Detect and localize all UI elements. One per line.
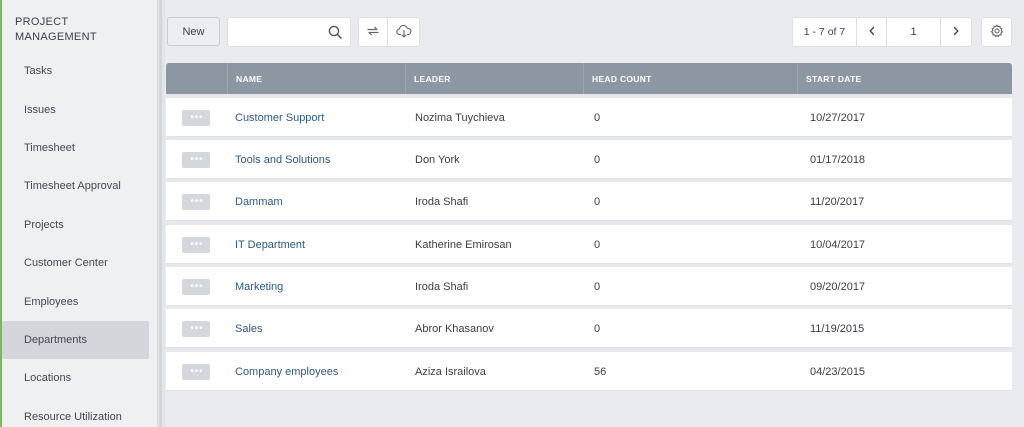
next-page-button[interactable]: [941, 18, 971, 46]
head-count-cell: 0: [594, 238, 601, 251]
gear-icon: [990, 23, 1004, 41]
sidebar-item-locations[interactable]: Locations: [2, 359, 159, 397]
head-count-cell: 0: [594, 322, 601, 335]
leader-cell: Don York: [415, 153, 460, 166]
sidebar-item-label: Issues: [24, 103, 56, 116]
sidebar-item-label: Locations: [24, 372, 72, 385]
table-row[interactable]: • • • IT Department Katherine Emirosan 0…: [166, 225, 1012, 264]
start-date-cell: 11/19/2015: [810, 322, 865, 335]
start-date-cell: 09/20/2017: [810, 280, 866, 293]
pagination-range: 1 - 7 of 7: [793, 18, 857, 46]
start-date-cell: 11/20/2017: [810, 195, 865, 208]
start-date-cell: 04/23/2015: [810, 365, 866, 378]
sidebar-nav: Tasks Issues Timesheet Timesheet Approva…: [2, 52, 159, 427]
department-name-link[interactable]: Dammam: [235, 182, 283, 221]
search-input[interactable]: [234, 18, 329, 46]
row-actions-button[interactable]: • • •: [182, 279, 210, 295]
head-count-cell: 0: [594, 195, 601, 208]
table-row[interactable]: • • • Sales Abror Khasanov 0 11/19/2015: [166, 309, 1012, 348]
table-row[interactable]: • • • Dammam Iroda Shafi 0 11/20/2017: [166, 182, 1012, 221]
sidebar-item-label: Departments: [24, 333, 87, 346]
department-name-link[interactable]: Sales: [235, 309, 263, 348]
leader-cell: Aziza Israilova: [415, 365, 486, 378]
row-actions-button[interactable]: • • •: [182, 321, 210, 337]
previous-page-button[interactable]: [857, 18, 887, 46]
department-name-link[interactable]: Marketing: [235, 267, 283, 306]
cloud-download-icon: [395, 24, 412, 41]
leader-cell: Nozima Tuychieva: [415, 111, 505, 124]
head-count-cell: 0: [594, 153, 601, 166]
sidebar-item-label: Customer Center: [24, 257, 108, 270]
sidebar-item-departments[interactable]: Departments: [2, 320, 149, 360]
leader-cell: Katherine Emirosan: [415, 238, 512, 251]
chevron-left-icon: [868, 26, 876, 39]
head-count-cell: 0: [594, 111, 601, 124]
sidebar-item-resource-utilization[interactable]: Resource Utilization: [2, 398, 159, 427]
department-name-link[interactable]: Customer Support: [235, 98, 324, 137]
start-date-cell: 10/27/2017: [810, 111, 866, 124]
head-count-cell: 56: [594, 365, 607, 378]
sidebar-item-employees[interactable]: Employees: [2, 282, 159, 320]
leader-cell: Iroda Shafi: [415, 280, 469, 293]
start-date-cell: 10/04/2017: [810, 238, 866, 251]
column-header-leader[interactable]: LEADER: [405, 63, 583, 94]
leader-cell: Iroda Shafi: [415, 195, 469, 208]
sidebar-item-label: Resource Utilization: [24, 410, 122, 423]
sidebar-item-label: Projects: [24, 218, 64, 231]
department-name-link[interactable]: IT Department: [235, 225, 305, 264]
table-row[interactable]: • • • Marketing Iroda Shafi 0 09/20/2017: [166, 267, 1012, 306]
sync-icon: [366, 24, 380, 41]
start-date-cell: 01/17/2018: [810, 153, 866, 166]
table-row[interactable]: • • • Company employees Aziza Israilova …: [166, 352, 1012, 391]
sidebar-section-title: PROJECT MANAGEMENT: [15, 16, 97, 43]
scrollbar-track[interactable]: [159, 0, 162, 427]
sidebar-item-timesheet-approval[interactable]: Timesheet Approval: [2, 167, 159, 205]
sidebar-item-projects[interactable]: Projects: [2, 206, 159, 244]
row-actions-button[interactable]: • • •: [182, 152, 210, 168]
download-button[interactable]: [388, 17, 420, 47]
row-actions-button[interactable]: • • •: [182, 364, 210, 380]
table-header: NAME LEADER HEAD COUNT START DATE: [166, 63, 1012, 94]
sidebar-item-issues[interactable]: Issues: [2, 90, 159, 128]
search-icon[interactable]: [328, 25, 342, 42]
pagination: 1 - 7 of 7 1: [792, 17, 972, 47]
sidebar-item-customer-center[interactable]: Customer Center: [2, 244, 159, 282]
chevron-right-icon: [952, 26, 960, 39]
department-name-link[interactable]: Tools and Solutions: [235, 140, 330, 179]
sidebar-scrollbar[interactable]: [157, 0, 165, 427]
table-row[interactable]: • • • Customer Support Nozima Tuychieva …: [166, 98, 1012, 137]
new-button[interactable]: New: [167, 17, 220, 46]
table-row[interactable]: • • • Tools and Solutions Don York 0 01/…: [166, 140, 1012, 179]
sidebar-item-tasks[interactable]: Tasks: [2, 52, 159, 90]
sync-button[interactable]: [358, 17, 388, 47]
head-count-cell: 0: [594, 280, 601, 293]
sidebar-item-timesheet[interactable]: Timesheet: [2, 129, 159, 167]
sidebar-item-label: Timesheet Approval: [24, 180, 121, 193]
leader-cell: Abror Khasanov: [415, 322, 494, 335]
department-name-link[interactable]: Company employees: [235, 352, 338, 391]
sidebar-item-label: Timesheet: [24, 141, 75, 154]
sidebar-item-label: Tasks: [24, 65, 53, 78]
row-actions-button[interactable]: • • •: [182, 110, 210, 126]
column-header-start-date[interactable]: START DATE: [797, 63, 1012, 94]
search-box: [227, 17, 351, 47]
settings-button[interactable]: [981, 17, 1012, 47]
column-header-head-count[interactable]: HEAD COUNT: [583, 63, 797, 94]
table-body: • • • Customer Support Nozima Tuychieva …: [166, 94, 1012, 391]
row-actions-button[interactable]: • • •: [182, 194, 210, 210]
sidebar-item-label: Employees: [24, 295, 79, 308]
page-number[interactable]: 1: [887, 18, 941, 46]
column-header-name[interactable]: NAME: [227, 63, 405, 94]
row-actions-button[interactable]: • • •: [182, 237, 210, 253]
sidebar: PROJECT MANAGEMENT Tasks Issues Timeshee…: [0, 0, 157, 427]
